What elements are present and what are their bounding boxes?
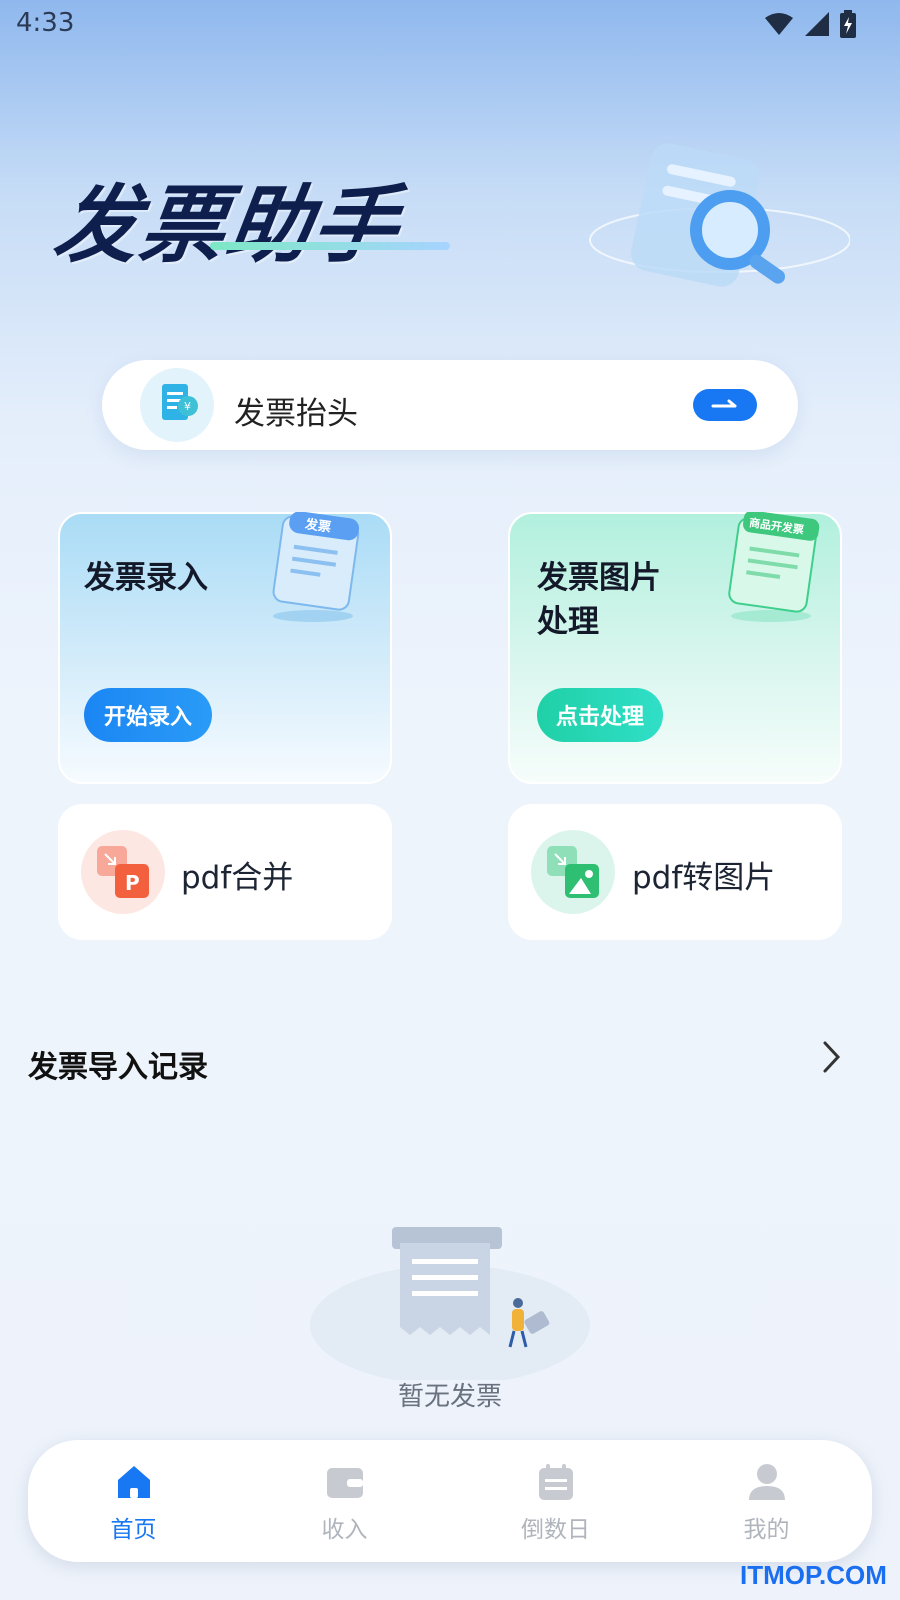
wallet-icon xyxy=(326,1468,363,1498)
nav-item-countdown[interactable]: 倒数日 xyxy=(450,1440,661,1562)
pdf-to-image-icon xyxy=(531,830,615,914)
nav-label-mine: 我的 xyxy=(743,1517,790,1543)
records-section-title: 发票导入记录 xyxy=(28,1050,208,1085)
nav-item-mine[interactable]: 我的 xyxy=(661,1440,872,1562)
process-button[interactable]: 点击处理 xyxy=(537,688,663,742)
nav-item-home[interactable]: 首页 xyxy=(28,1440,239,1562)
svg-text:¥: ¥ xyxy=(184,400,191,413)
invoice-header-label: 发票抬头 xyxy=(234,396,358,432)
calendar-icon xyxy=(538,1464,573,1500)
status-icons xyxy=(764,10,856,38)
wifi-icon xyxy=(765,13,793,35)
signal-icon xyxy=(805,12,829,36)
pdf-merge-icon: P xyxy=(81,830,165,914)
start-entry-button[interactable]: 开始录入 xyxy=(84,688,212,742)
nav-item-income[interactable]: 收入 xyxy=(239,1440,450,1562)
app-title: 发票助手 xyxy=(48,176,406,274)
title-underline xyxy=(210,242,450,250)
nav-label-income: 收入 xyxy=(321,1517,368,1543)
empty-invoice-illustration xyxy=(310,1227,590,1380)
battery-icon xyxy=(840,10,856,38)
empty-state-text: 暂无发票 xyxy=(397,1382,502,1412)
status-time: 4:33 xyxy=(16,8,75,38)
pdf-merge-label: pdf合并 xyxy=(181,860,294,896)
watermark-text: ITMOP.COM xyxy=(740,1560,887,1590)
invoice-header-icon: ¥ xyxy=(140,368,214,442)
invoice-search-illustration xyxy=(589,143,850,287)
invoice-entry-title: 发票录入 xyxy=(84,560,208,596)
chevron-right-icon[interactable] xyxy=(822,1040,842,1074)
arrow-right-icon[interactable] xyxy=(693,389,757,421)
invoice-image-title-line1: 发票图片 xyxy=(537,560,661,596)
invoice-image-title-line2: 处理 xyxy=(537,604,599,640)
nav-label-home: 首页 xyxy=(110,1517,157,1543)
pdf-to-image-label: pdf转图片 xyxy=(632,860,776,896)
invoice-scroll-icon: 发票 xyxy=(272,512,360,622)
bottom-nav: 首页 收入 倒数日 我的 xyxy=(28,1440,872,1562)
goods-invoice-icon: 商品开发票 xyxy=(728,512,820,622)
home-icon xyxy=(117,1466,150,1498)
invoice-image-title: 发票图片 处理 xyxy=(537,556,697,644)
nav-label-countdown: 倒数日 xyxy=(521,1517,590,1543)
user-icon xyxy=(748,1464,785,1500)
svg-text:P: P xyxy=(125,871,140,895)
